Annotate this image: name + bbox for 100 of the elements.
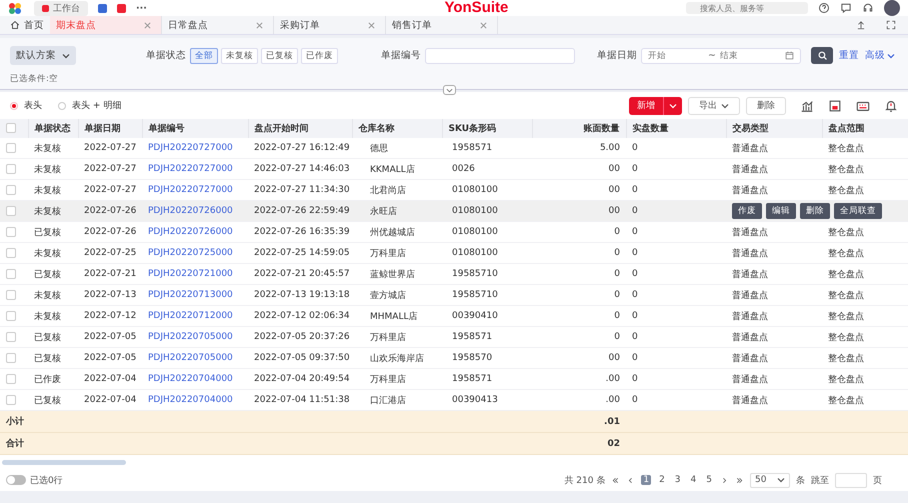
page-size-dropdown[interactable]: 50 [750,472,790,488]
status-filter-chip[interactable]: 已复核 [261,48,298,64]
column-header[interactable]: 实盘数量 [626,119,726,138]
date-cell: 2022-07-13 [78,284,142,306]
collapse-toggle[interactable] [443,85,456,95]
row-checkbox[interactable] [6,164,16,174]
more-apps[interactable]: ··· [136,2,147,14]
row-action-button[interactable]: 删除 [800,203,830,219]
close-icon[interactable] [256,22,263,28]
close-icon[interactable] [368,22,375,28]
row-checkbox[interactable] [6,310,16,321]
row-action-button[interactable]: 作废 [732,203,762,219]
row-checkbox[interactable] [6,142,16,153]
scrollbar-thumb[interactable] [2,460,126,464]
total-label: 小计 [0,410,78,432]
document-number-link[interactable]: PDJH20220712000 [142,306,248,326]
row-checkbox[interactable] [6,394,16,405]
column-header[interactable]: 盘点开始时间 [248,119,352,138]
last-page-icon[interactable] [735,476,744,484]
row-action-button[interactable]: 编辑 [766,203,796,219]
document-number-link[interactable]: PDJH20220727000 [142,138,248,158]
page-tab[interactable]: 销售订单 [386,16,498,34]
document-number-link[interactable]: PDJH20220726000 [142,200,248,222]
page-tab[interactable]: 采购订单 [274,16,386,34]
row-checkbox[interactable] [6,226,16,237]
column-header[interactable]: 账面数量 [532,119,626,138]
row-checkbox[interactable] [6,352,16,363]
headset-icon[interactable] [862,2,874,14]
column-header[interactable]: 交易类型 [726,119,822,138]
row-checkbox[interactable] [6,268,16,279]
close-icon[interactable] [480,22,487,28]
app-icon[interactable] [117,4,126,12]
document-number-link[interactable]: PDJH20220704000 [142,368,248,390]
search-button[interactable] [811,47,833,64]
warehouse-cell: 州优越城店 [352,222,442,242]
status-filter-chip[interactable]: 全部 [190,48,218,64]
page-number[interactable]: 4 [688,475,698,485]
jump-page-field[interactable] [835,472,867,488]
number-label: 单据编号 [381,49,421,62]
column-header[interactable]: 仓库名称 [352,119,442,138]
row-checkbox[interactable] [6,248,16,258]
document-number-link[interactable]: PDJH20220705000 [142,326,248,348]
upload-icon[interactable] [856,20,866,30]
document-number-link[interactable]: PDJH20220727000 [142,158,248,180]
add-button[interactable]: 新增 [629,96,682,114]
status-filter-chip[interactable]: 未复核 [221,48,258,64]
column-header[interactable]: 盘点范围 [822,119,908,138]
end-date-input[interactable]: 结束 [720,50,776,60]
select-all-checkbox[interactable] [6,123,16,134]
row-checkbox[interactable] [6,290,16,300]
page-tab[interactable]: 日常盘点 [162,16,274,34]
chevron-down-icon [62,52,70,60]
column-header[interactable]: SKU条形码 [442,119,532,138]
column-header[interactable]: 单据状态 [28,119,78,138]
brand-logo: YonSuite [443,1,508,15]
status-filter-chip[interactable]: 已作废 [301,48,338,64]
book-quantity-cell: 0 [532,326,626,348]
row-checkbox[interactable] [6,374,16,384]
document-number-link[interactable]: PDJH20220726000 [142,222,248,242]
view-radio[interactable]: 表头 [10,99,42,112]
document-number-link[interactable]: PDJH20220725000 [142,242,248,264]
page-tab[interactable]: 首页 [4,16,50,34]
row-checkbox[interactable] [6,206,16,216]
row-checkbox[interactable] [6,184,16,195]
export-button[interactable]: 导出 [688,96,740,114]
page-number[interactable]: 2 [657,475,667,485]
selected-toggle[interactable] [6,475,26,485]
trade-type-cell: 普通盘点 [726,222,822,242]
date-range-field[interactable]: 开始 ~ 结束 [641,48,801,64]
view-radio[interactable]: 表头 + 明细 [58,99,122,112]
first-page-icon[interactable] [611,476,620,484]
status-cell: 已复核 [28,326,78,348]
advanced-link[interactable]: 高级 [865,49,895,62]
chevron-down-icon [446,88,453,92]
bell-icon[interactable] [884,98,898,112]
document-number-link[interactable]: PDJH20220713000 [142,284,248,306]
document-number-link[interactable]: PDJH20220705000 [142,348,248,368]
column-header[interactable]: 单据日期 [78,119,142,138]
reset-link[interactable]: 重置 [839,49,859,62]
bar-chart-icon[interactable] [800,98,814,112]
help-icon[interactable] [818,2,830,14]
fullscreen-icon[interactable] [886,20,896,30]
document-number-link[interactable]: PDJH20220721000 [142,264,248,284]
app-icon[interactable] [98,4,107,12]
sku-cell: 01080100 [442,200,532,222]
close-icon[interactable] [144,22,151,28]
delete-button[interactable]: 删除 [746,96,786,114]
page-number[interactable]: 3 [672,475,683,485]
app-logo-icon[interactable] [8,2,24,14]
start-date-input[interactable]: 开始 [648,50,704,60]
workbench-tab[interactable]: 工作台 [34,0,88,16]
global-search-field[interactable]: 搜索人员、服务等 [686,2,808,14]
scheme-dropdown[interactable]: 默认方案 [10,46,76,65]
row-action-button[interactable]: 全局联查 [834,203,882,219]
page-number[interactable]: 5 [704,475,714,485]
chat-icon[interactable] [840,2,852,14]
user-avatar[interactable] [884,0,900,16]
column-header[interactable]: 单据编号 [142,119,248,138]
row-checkbox[interactable] [6,332,16,342]
number-field[interactable] [425,48,575,64]
